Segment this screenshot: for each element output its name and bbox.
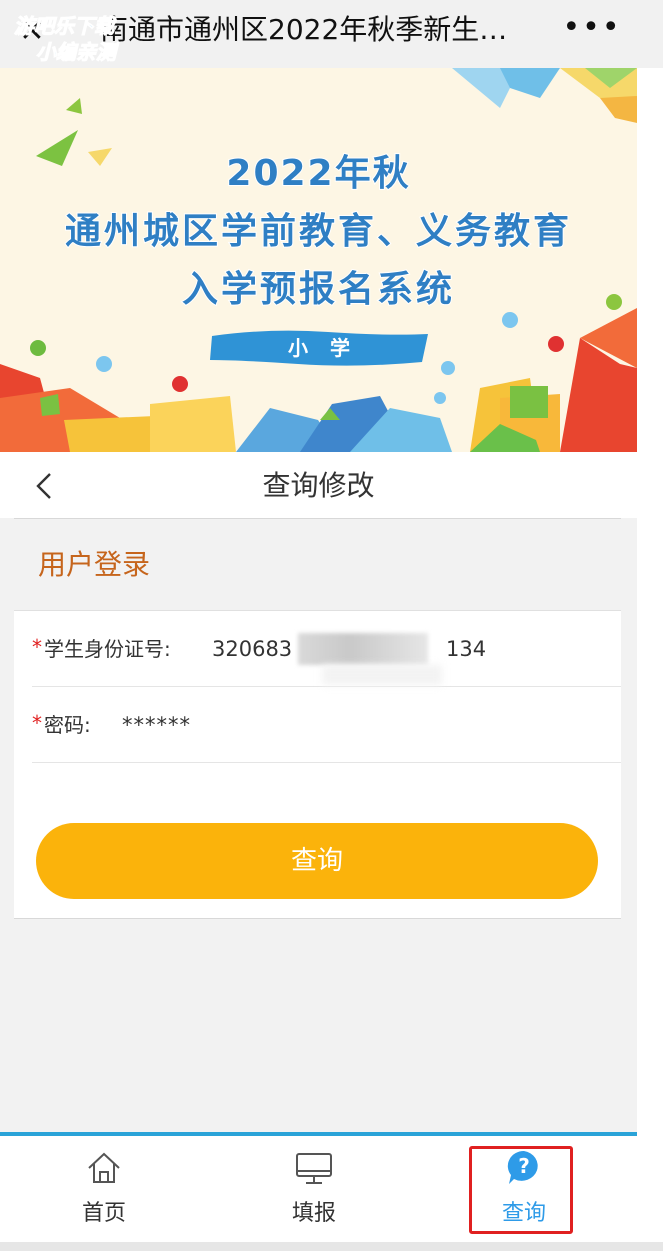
redaction-blur xyxy=(298,633,428,665)
password-field[interactable]: ****** xyxy=(122,709,191,741)
id-number-prefix: 320683 xyxy=(212,637,293,661)
more-options-button[interactable]: ••• xyxy=(562,8,622,48)
home-icon xyxy=(88,1152,120,1183)
redaction-blur-shadow xyxy=(322,665,442,685)
banner-title-line3: 入学预报名系统 xyxy=(181,268,455,311)
login-panel: 用户登录 * 学生身份证号: 320683 134 * 密码: ****** 查… xyxy=(14,518,621,1132)
id-number-label: 学生身份证号: xyxy=(44,637,171,661)
login-form: * 学生身份证号: 320683 134 * 密码: ****** 查询 xyxy=(14,611,621,919)
title-bar: ✕ 南通市通州区2022年秋季新生… ••• 游吧乐下载 小编亲测 xyxy=(0,0,663,68)
nav-item-home[interactable]: 首页 xyxy=(4,1136,204,1242)
nav-label-fill: 填报 xyxy=(291,1201,336,1226)
password-row[interactable]: * 密码: ****** xyxy=(32,687,621,763)
page-title: 南通市通州区2022年秋季新生… xyxy=(100,13,508,46)
banner-title-line1: 2022年秋 xyxy=(225,152,411,195)
nav-label-home: 首页 xyxy=(81,1201,126,1226)
required-mark: * xyxy=(32,711,42,735)
banner-title-line2: 通州城区学前教育、义务教育 xyxy=(64,210,572,253)
section-title: 查询修改 xyxy=(262,469,375,502)
query-button[interactable]: 查询 xyxy=(36,823,598,899)
watermark-line1: 游吧乐下载 xyxy=(14,14,115,39)
login-title: 用户登录 xyxy=(38,548,151,581)
id-number-row[interactable]: * 学生身份证号: 320683 134 xyxy=(32,611,621,687)
required-mark: * xyxy=(32,635,42,659)
watermark-line2: 小编亲测 xyxy=(36,40,117,65)
bottom-strip xyxy=(0,1242,663,1251)
right-gutter xyxy=(637,68,663,1251)
banner: 2022年秋 通州城区学前教育、义务教育 入学预报名系统 小学 xyxy=(0,68,637,452)
nav-item-fill[interactable]: 填报 xyxy=(214,1136,414,1242)
monitor-icon xyxy=(296,1153,332,1184)
page-header: 查询修改 xyxy=(0,452,637,518)
id-number-suffix: 134 xyxy=(446,637,487,661)
watermark: 游吧乐下载 小编亲测 xyxy=(14,10,144,66)
password-label: 密码: xyxy=(44,713,91,737)
login-header: 用户登录 xyxy=(14,519,621,611)
banner-tag: 小学 xyxy=(288,336,372,360)
highlight-box xyxy=(469,1146,573,1234)
